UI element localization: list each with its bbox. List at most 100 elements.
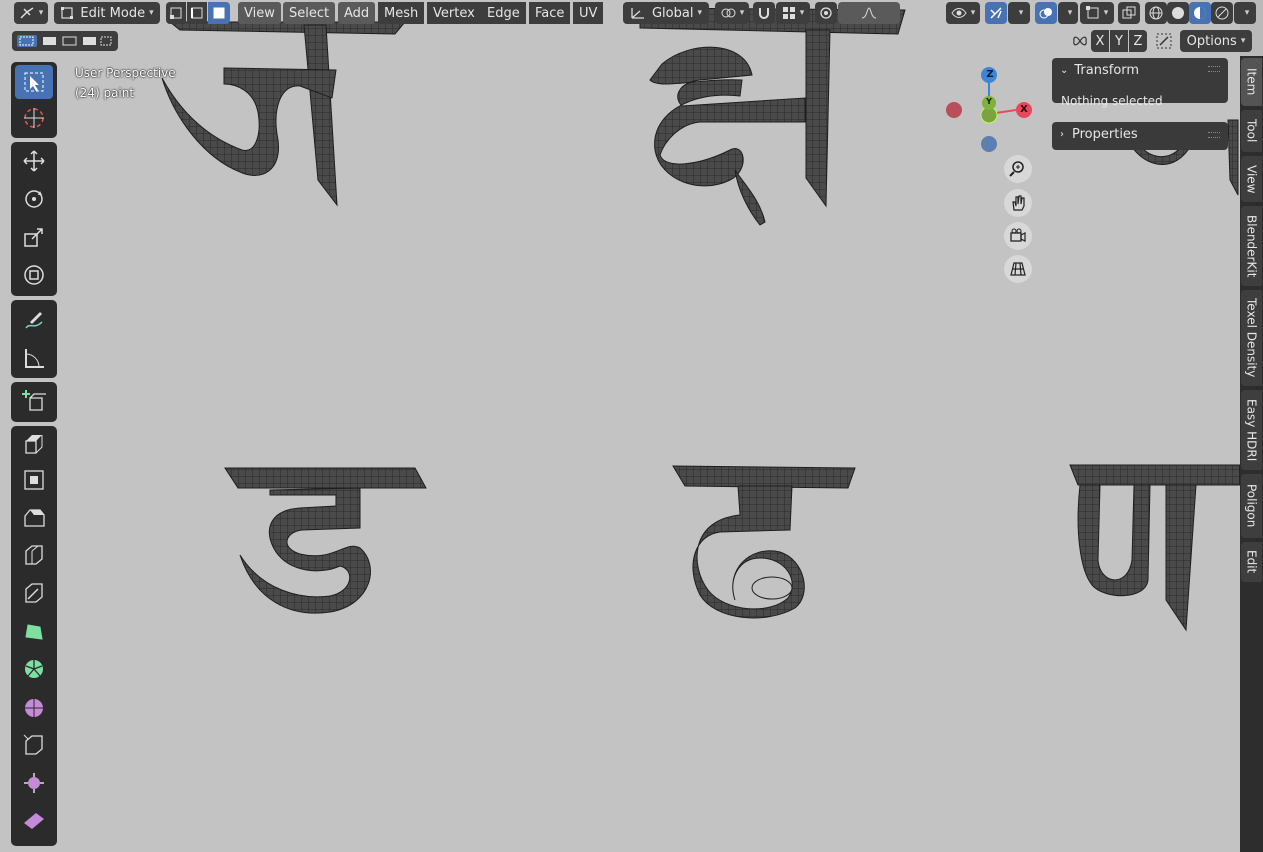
shading-dropdown[interactable]: ▾ (1234, 2, 1256, 24)
transform-orientation-dropdown[interactable]: Global ▾ (623, 2, 709, 24)
move-icon (23, 150, 45, 172)
inset-icon (24, 470, 44, 490)
glyph-mesh-2[interactable] (639, 7, 906, 226)
tab-edit[interactable]: Edit (1241, 542, 1262, 582)
mode-dropdown[interactable]: Edit Mode ▾ (54, 2, 160, 24)
menu-add[interactable]: Add (338, 2, 376, 24)
glyph-mesh-6[interactable] (1069, 464, 1240, 632)
measure-icon (25, 349, 44, 368)
visibility-dropdown[interactable]: ▾ (946, 2, 980, 24)
inset-tool[interactable] (15, 463, 53, 497)
wireframe-shading-button[interactable] (1145, 2, 1167, 24)
tab-texel-density-label: Texel Density (1244, 298, 1259, 378)
tab-easy-hdri[interactable]: Easy HDRI (1241, 390, 1262, 470)
snap-target-dropdown[interactable]: ▾ (776, 2, 810, 24)
glyph-mesh-5[interactable] (672, 465, 856, 619)
mirror-toggle[interactable] (1070, 30, 1090, 52)
menu-face[interactable]: Face (529, 2, 571, 24)
options-label: Options (1186, 33, 1237, 49)
select-mode-group[interactable] (12, 31, 118, 51)
uv-sync-toggle[interactable] (1153, 30, 1175, 52)
menu-uv[interactable]: UV (573, 2, 604, 24)
tab-blenderkit[interactable]: BlenderKit (1241, 206, 1262, 286)
gizmo-toggle[interactable] (985, 2, 1007, 24)
options-dropdown[interactable]: Options ▾ (1180, 30, 1252, 52)
solid-shading-button[interactable] (1167, 2, 1189, 24)
shear-tool[interactable] (15, 804, 53, 838)
menu-view[interactable]: View (238, 2, 281, 24)
move-tool[interactable] (15, 144, 53, 178)
mesh-edit-overlays-dropdown[interactable]: ▾ (1080, 2, 1114, 24)
drag-handle-icon[interactable] (1208, 132, 1220, 138)
bevel-tool[interactable] (15, 501, 53, 535)
material-sphere-icon (1194, 7, 1206, 19)
measure-tool[interactable] (15, 341, 53, 375)
poly-build-tool[interactable] (15, 614, 53, 648)
spin-tool[interactable] (15, 652, 53, 686)
glyph-mesh-1[interactable] (161, 21, 407, 207)
rotate-tool[interactable] (15, 182, 53, 216)
orientation-label: Global (651, 5, 694, 21)
zoom-button[interactable] (1004, 155, 1032, 183)
smooth-icon (25, 699, 43, 717)
extrude-icon (25, 435, 43, 454)
collapse-chevron-icon: ⌄ (1060, 65, 1069, 76)
add-cube-tool[interactable] (15, 385, 53, 419)
shrink-fatten-tool[interactable] (15, 766, 53, 800)
edit-mode-icon (61, 7, 74, 19)
face-select-button[interactable] (208, 2, 230, 24)
smooth-tool[interactable] (15, 690, 53, 724)
tab-poligon[interactable]: Poligon (1241, 474, 1262, 538)
menu-mesh[interactable]: Mesh (378, 2, 425, 24)
drag-handle-icon[interactable] (1208, 66, 1220, 72)
select-mode-icons (17, 35, 112, 47)
vertex-select-button[interactable] (166, 2, 186, 24)
scale-tool[interactable] (15, 220, 53, 254)
overlays-icon (1039, 8, 1052, 19)
falloff-curve-icon (861, 7, 877, 19)
edge-select-button[interactable] (187, 2, 207, 24)
gizmo-dropdown[interactable]: ▾ (1008, 2, 1030, 24)
xray-toggle[interactable] (1118, 2, 1140, 24)
mirror-z-toggle[interactable]: Z (1129, 30, 1147, 52)
vertex-select-icon (170, 7, 182, 19)
tab-texel-density[interactable]: Texel Density (1241, 290, 1262, 386)
mirror-x-toggle[interactable]: X (1091, 30, 1109, 52)
tab-view-label: View (1244, 164, 1259, 194)
menu-edge[interactable]: Edge (481, 2, 526, 24)
tab-poligon-label: Poligon (1244, 484, 1259, 528)
properties-panel-header[interactable]: › Properties (1060, 127, 1138, 142)
tab-item[interactable]: Item (1241, 58, 1262, 106)
pivot-point-dropdown[interactable]: ▾ (715, 2, 749, 24)
camera-view-button[interactable] (1004, 222, 1032, 250)
transform-tool[interactable] (15, 258, 53, 292)
poly-build-icon (25, 624, 43, 640)
extrude-tool[interactable] (15, 426, 53, 460)
snap-toggle[interactable] (753, 2, 775, 24)
tab-tool[interactable]: Tool (1241, 110, 1262, 152)
annotate-icon (25, 312, 43, 329)
material-preview-button[interactable] (1189, 2, 1211, 24)
loop-cut-tool[interactable] (15, 538, 53, 572)
mirror-y-toggle[interactable]: Y (1110, 30, 1128, 52)
transform-panel-header[interactable]: ⌄ Transform (1060, 63, 1139, 78)
overlays-toggle[interactable] (1035, 2, 1057, 24)
overlays-dropdown[interactable]: ▾ (1058, 2, 1078, 24)
rendered-shading-button[interactable] (1211, 2, 1233, 24)
proportional-falloff-dropdown[interactable] (838, 2, 900, 24)
edge-slide-tool[interactable] (15, 728, 53, 762)
pan-button[interactable] (1004, 189, 1032, 217)
zoom-icon (1009, 161, 1024, 177)
tab-view[interactable]: View (1241, 156, 1262, 202)
select-box-tool[interactable] (15, 65, 53, 99)
glyph-mesh-4[interactable] (224, 467, 427, 614)
menu-select[interactable]: Select (283, 2, 336, 24)
editor-type-button[interactable]: ▾ (14, 2, 48, 24)
ortho-toggle-button[interactable] (1004, 255, 1032, 283)
knife-tool[interactable] (15, 576, 53, 610)
cursor-tool[interactable] (15, 101, 53, 135)
menu-vertex[interactable]: Vertex (427, 2, 481, 24)
annotate-tool[interactable] (15, 303, 53, 337)
wireframe-sphere-icon (1149, 6, 1163, 20)
proportional-edit-toggle[interactable] (815, 2, 837, 24)
